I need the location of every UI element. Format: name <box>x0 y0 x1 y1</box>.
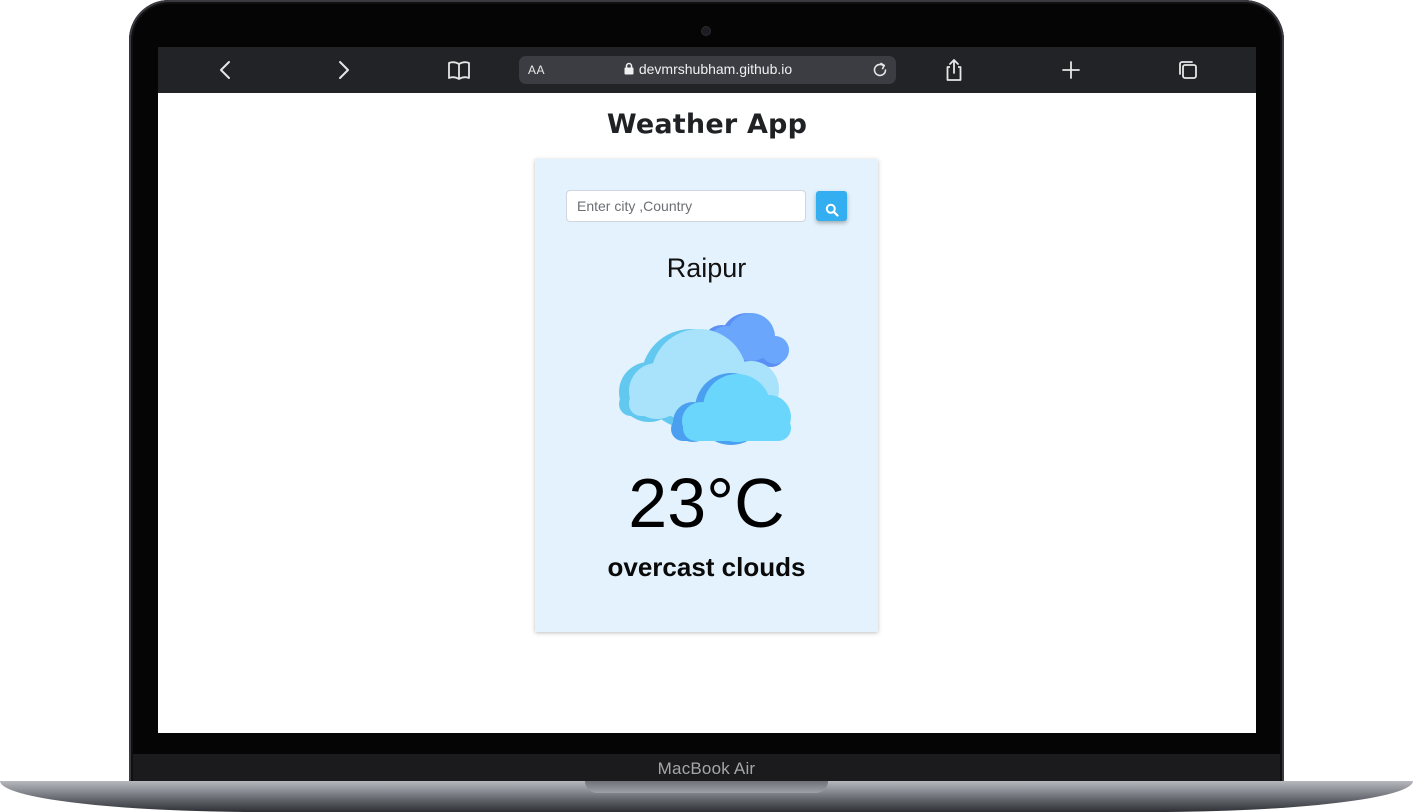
weather-card: Raipur <box>535 159 878 632</box>
browser-window: AA devmrshubham.github.io Weather App En… <box>158 47 1256 733</box>
city-search-input[interactable] <box>566 190 806 222</box>
back-icon[interactable] <box>213 57 239 83</box>
temperature: 23°C <box>628 464 785 542</box>
reload-icon[interactable] <box>870 60 890 80</box>
device-label: MacBook Air <box>657 759 756 778</box>
webcam <box>702 27 710 35</box>
address-bar[interactable]: AA devmrshubham.github.io <box>519 56 896 84</box>
bookmarks-icon[interactable] <box>446 57 472 83</box>
clouds-icon <box>619 313 791 445</box>
safari-toolbar: AA devmrshubham.github.io <box>158 47 1256 93</box>
page-title: Weather App <box>606 109 808 140</box>
laptop-opening-notch <box>585 781 828 793</box>
share-icon[interactable] <box>941 57 967 83</box>
lock-icon <box>624 62 634 75</box>
forward-icon[interactable] <box>330 57 356 83</box>
weather-description: overcast clouds <box>607 552 806 582</box>
search-icon <box>825 203 839 217</box>
city-name: Raipur <box>666 253 747 283</box>
url-text: devmrshubham.github.io <box>638 61 793 77</box>
new-tab-icon[interactable] <box>1058 57 1084 83</box>
laptop-mockup: AA devmrshubham.github.io Weather App En… <box>0 0 1413 812</box>
tabs-overview-icon[interactable] <box>1175 57 1201 83</box>
url-display[interactable]: devmrshubham.github.io <box>519 61 896 77</box>
laptop-chin: MacBook Air <box>133 754 1280 784</box>
search-button[interactable] <box>816 191 847 221</box>
